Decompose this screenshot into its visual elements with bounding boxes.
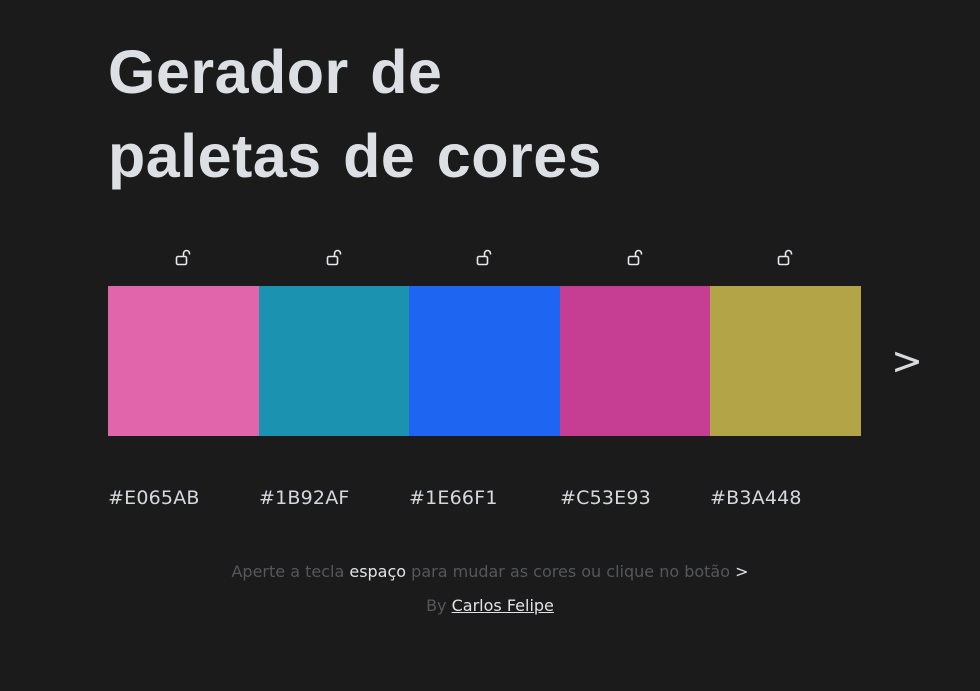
color-hex-code: #1E66F1 (409, 487, 498, 509)
title-line-1: Gerador de (108, 38, 443, 106)
color-hex-code: #E065AB (108, 487, 200, 509)
author-credit: By Carlos Felipe (0, 596, 980, 615)
author-link[interactable]: Carlos Felipe (452, 596, 554, 615)
color-swatch (560, 286, 711, 436)
title-line-2: paletas de cores (108, 122, 603, 190)
unlocked-padlock-icon[interactable] (175, 248, 191, 268)
button-symbol: > (735, 562, 749, 581)
color-swatch (259, 286, 410, 436)
page-title: Gerador de paletas de cores (108, 30, 728, 198)
color-hex-code: #C53E93 (560, 487, 651, 509)
color-swatch (710, 286, 861, 436)
instruction-text: Aperte a tecla espaço para mudar as core… (0, 562, 980, 581)
hint-text: Aperte a tecla (231, 562, 345, 581)
color-swatch (108, 286, 259, 436)
by-label: By (426, 596, 447, 615)
unlocked-padlock-icon[interactable] (777, 248, 793, 268)
hint-text: para mudar as cores ou clique no botão (411, 562, 731, 581)
space-key-label: espaço (349, 562, 407, 581)
color-hex-code: #1B92AF (259, 487, 350, 509)
unlocked-padlock-icon[interactable] (627, 248, 643, 268)
unlocked-padlock-icon[interactable] (326, 248, 342, 268)
page: Gerador de paletas de cores #E065AB #1B9… (0, 0, 980, 691)
next-palette-button[interactable]: > (889, 338, 925, 384)
color-swatch (409, 286, 560, 436)
unlocked-padlock-icon[interactable] (476, 248, 492, 268)
color-hex-code: #B3A448 (710, 487, 802, 509)
